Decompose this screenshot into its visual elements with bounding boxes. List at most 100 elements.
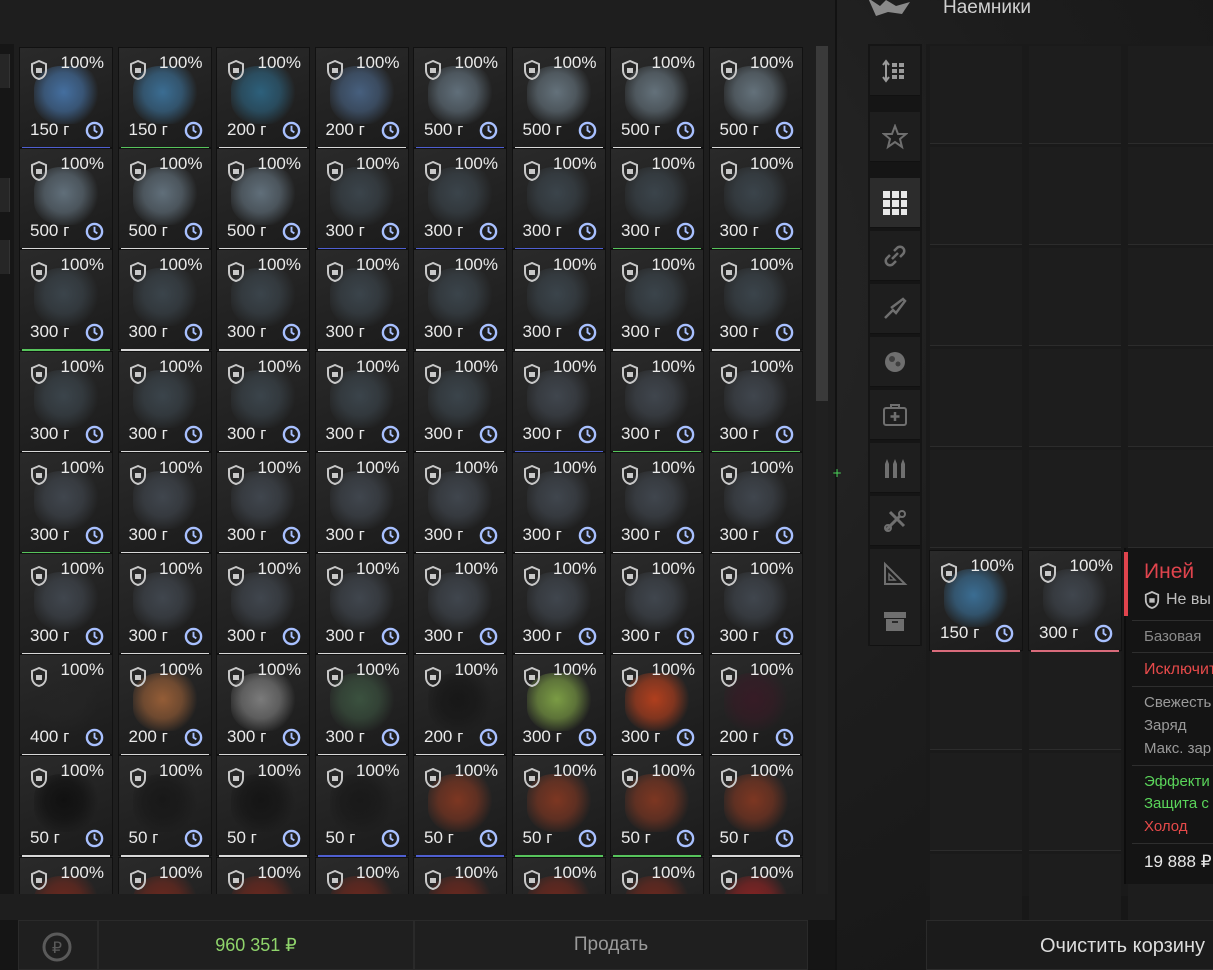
item-slot[interactable]: 100% 200 г [314, 47, 409, 149]
tab-weapons[interactable] [870, 284, 920, 334]
item-slot[interactable]: 100% 300 г [511, 148, 606, 251]
tab-sort[interactable] [870, 46, 920, 96]
item-slot[interactable]: 100% 300 г [708, 148, 803, 251]
item-slot[interactable]: 100% 300 г [314, 148, 409, 251]
side-tab[interactable] [0, 178, 10, 212]
item-slot[interactable]: 100% 50 г [314, 755, 409, 858]
item-slot[interactable]: 100% 50 г [117, 755, 212, 858]
tab-rank[interactable] [870, 112, 920, 162]
item-slot[interactable]: 100% 300 г [610, 654, 704, 757]
cart-slot[interactable] [1029, 753, 1121, 851]
item-slot[interactable]: 100% 50 г [413, 755, 507, 858]
item-slot[interactable]: 100% 300 г [610, 249, 704, 352]
item-slot[interactable]: 100% 500 г [708, 47, 803, 149]
tab-tools[interactable] [870, 496, 920, 546]
item-slot[interactable]: 100% 300 г [413, 451, 507, 554]
item-slot[interactable]: 100% 500 г [511, 47, 606, 149]
cart-slot[interactable] [930, 46, 1022, 144]
item-slot[interactable]: 100% 300 г [511, 654, 606, 757]
cart-slot[interactable] [930, 248, 1022, 346]
item-slot[interactable]: 100% 150 г [19, 47, 113, 149]
item-slot[interactable]: 100% 50 г [708, 755, 803, 858]
item-slot[interactable]: 100% 300 г [216, 553, 310, 655]
item-slot[interactable]: 100% 300 г [314, 553, 409, 655]
item-slot[interactable]: 100% [610, 856, 704, 894]
item-slot[interactable]: 100% [19, 856, 113, 894]
tab-drawings[interactable] [870, 549, 920, 599]
item-slot[interactable]: 100% 300 г [314, 350, 409, 453]
cart-slot[interactable] [1029, 46, 1121, 144]
item-slot[interactable]: 100% 300 г [117, 350, 212, 453]
cart-slot[interactable] [930, 753, 1022, 851]
cart-slot[interactable] [1128, 46, 1213, 144]
side-tab[interactable] [0, 54, 10, 88]
item-slot[interactable]: 100% 500 г [216, 148, 310, 251]
item-slot[interactable]: 100% [117, 856, 212, 894]
item-slot[interactable]: 100% [314, 856, 409, 894]
item-slot[interactable]: 100% 300 г [413, 148, 507, 251]
item-slot[interactable]: 100% 300 г [1028, 550, 1122, 652]
item-slot[interactable]: 100% 500 г [117, 148, 212, 251]
tab-ammo[interactable] [870, 443, 920, 493]
item-slot[interactable]: 100% 300 г [610, 148, 704, 251]
cart-slot[interactable] [930, 147, 1022, 245]
tab-storage[interactable] [870, 596, 920, 646]
tab-medical[interactable] [870, 390, 920, 440]
item-slot[interactable]: 100% [511, 856, 606, 894]
item-slot[interactable]: 100% 300 г [216, 451, 310, 554]
item-slot[interactable]: 100% 200 г [708, 654, 803, 757]
item-slot[interactable]: 100% 300 г [413, 553, 507, 655]
item-slot[interactable]: 100% 200 г [117, 654, 212, 757]
item-slot[interactable]: 100% 300 г [314, 249, 409, 352]
refresh-currency-button[interactable]: ₽ [18, 920, 98, 970]
side-tab[interactable] [0, 240, 10, 274]
item-slot[interactable]: 100% 300 г [708, 553, 803, 655]
clear-cart-button[interactable]: Очистить корзину [926, 920, 1213, 970]
sell-button[interactable]: Продать [414, 920, 808, 970]
item-slot[interactable]: 100% 150 г [117, 47, 212, 149]
item-slot[interactable]: 100% 300 г [610, 350, 704, 453]
item-slot[interactable]: 100% 200 г [413, 654, 507, 757]
item-slot[interactable]: 100% 300 г [708, 350, 803, 453]
item-slot[interactable]: 100% 300 г [314, 451, 409, 554]
cart-slot[interactable] [930, 652, 1022, 750]
cart-slot[interactable] [930, 450, 1022, 548]
cart-slot[interactable] [1029, 349, 1121, 447]
item-slot[interactable]: 100% 300 г [511, 451, 606, 554]
item-slot[interactable]: 100% 300 г [117, 451, 212, 554]
item-slot[interactable]: 100% 50 г [511, 755, 606, 858]
cart-slot[interactable] [1128, 450, 1213, 548]
item-slot[interactable]: 100% 300 г [314, 654, 409, 757]
item-slot[interactable]: 100% 300 г [511, 249, 606, 352]
cart-slot[interactable] [1128, 147, 1213, 245]
cart-slot[interactable] [1029, 147, 1121, 245]
item-slot[interactable]: 100% 300 г [216, 350, 310, 453]
tab-all-items[interactable] [870, 178, 920, 228]
item-slot[interactable]: 100% 300 г [117, 249, 212, 352]
item-slot[interactable]: 100% 300 г [708, 451, 803, 554]
item-slot[interactable]: 100% 300 г [610, 451, 704, 554]
item-slot[interactable]: 100% 50 г [216, 755, 310, 858]
item-slot[interactable]: 100% 400 г [19, 654, 113, 757]
item-slot[interactable]: 100% 300 г [511, 553, 606, 655]
cart-slot[interactable] [1128, 248, 1213, 346]
item-slot[interactable]: 100% [708, 856, 803, 894]
item-slot[interactable]: 100% 50 г [610, 755, 704, 858]
item-slot[interactable]: 100% 300 г [19, 249, 113, 352]
item-slot[interactable]: 100% 500 г [19, 148, 113, 251]
item-slot[interactable]: 100% 500 г [413, 47, 507, 149]
item-slot[interactable]: 100% 300 г [413, 249, 507, 352]
item-slot[interactable]: 100% 300 г [19, 350, 113, 453]
cart-slot[interactable] [1029, 652, 1121, 750]
item-slot[interactable]: 100% 200 г [216, 47, 310, 149]
cart-slot[interactable] [1029, 248, 1121, 346]
item-slot[interactable]: 100% [216, 856, 310, 894]
item-slot[interactable]: 100% 300 г [19, 451, 113, 554]
item-slot[interactable]: 100% 300 г [610, 553, 704, 655]
cart-slot[interactable] [1029, 450, 1121, 548]
item-slot[interactable]: 100% [413, 856, 507, 894]
cart-slot[interactable] [1128, 349, 1213, 447]
item-slot[interactable]: 100% 50 г [19, 755, 113, 858]
item-slot[interactable]: 100% 300 г [216, 249, 310, 352]
item-slot[interactable]: 100% 300 г [708, 249, 803, 352]
